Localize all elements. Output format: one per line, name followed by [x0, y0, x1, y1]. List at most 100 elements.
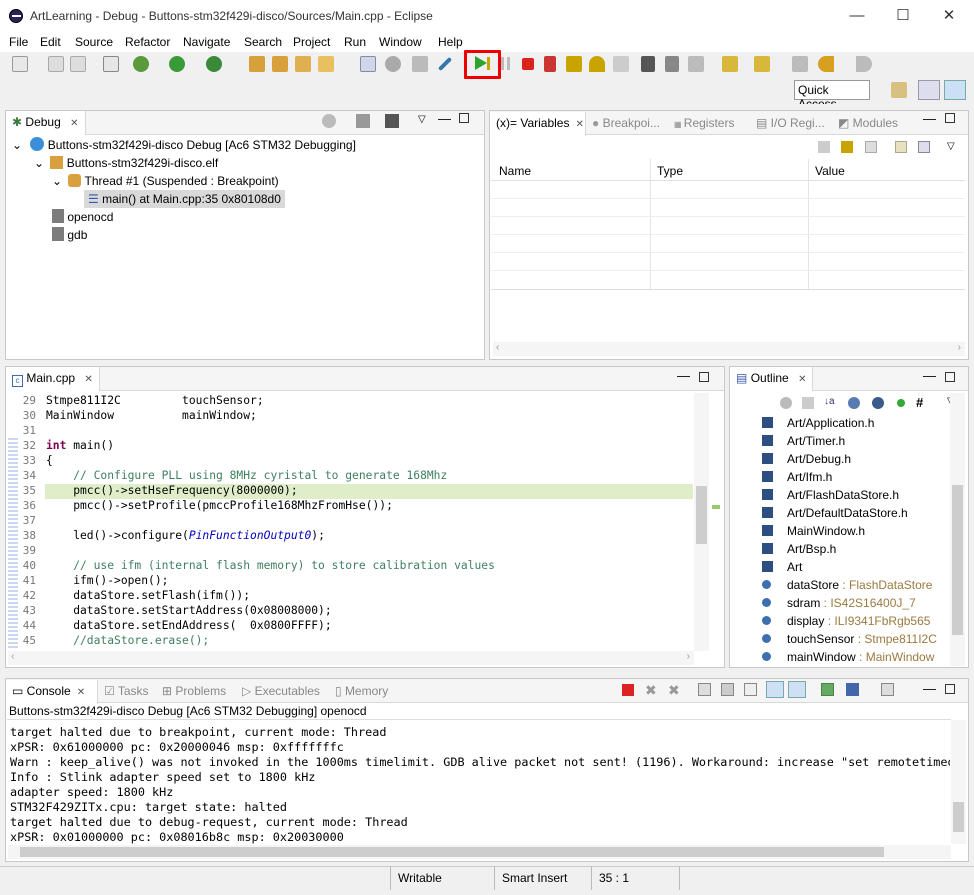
outline-item[interactable]: MainWindow.h	[762, 522, 865, 540]
c-perspective-button[interactable]	[918, 80, 940, 100]
collapse-icon[interactable]: ⌄	[12, 138, 22, 152]
tab-executables[interactable]: ▷ Executables	[236, 679, 329, 703]
terminate-relaunch-icon[interactable]	[544, 56, 556, 72]
scroll-lock-icon[interactable]	[721, 683, 734, 696]
scrollbar-thumb[interactable]	[953, 802, 964, 832]
group-icon[interactable]: #	[916, 395, 923, 410]
collapse-icon[interactable]: ⌄	[52, 174, 62, 188]
code-line[interactable]: 37	[12, 513, 692, 528]
minimize-button[interactable]: —	[834, 2, 880, 30]
outline-item[interactable]: mainWindow : MainWindow	[762, 648, 934, 666]
next-annotation-icon[interactable]	[722, 56, 738, 72]
prev-annotation-icon[interactable]	[754, 56, 770, 72]
vertical-scrollbar[interactable]	[694, 393, 709, 651]
tab-outline[interactable]: ▤ Outline ✕	[730, 367, 814, 391]
view-menu-icon[interactable]: ▽	[418, 114, 426, 125]
code-line[interactable]: 33 {	[12, 453, 692, 468]
tab-registers[interactable]: ▦ Registers	[668, 111, 750, 135]
close-icon[interactable]: ✕	[575, 119, 583, 130]
code-line[interactable]: 44 dataStore.setEndAddress( 0x0800FFFF);	[12, 618, 692, 633]
horizontal-scrollbar[interactable]	[8, 845, 951, 859]
pin-console-icon[interactable]	[821, 683, 834, 696]
copy-icon[interactable]	[918, 141, 930, 153]
tree-row-selected[interactable]: ☰ main() at Main.cpp:35 0x80108d0	[84, 190, 285, 208]
show-source-icon[interactable]	[665, 56, 679, 72]
outline-item[interactable]: display : ILI9341FbRgb565	[762, 612, 930, 630]
menu-navigate[interactable]: Navigate	[183, 35, 230, 49]
word-wrap-icon[interactable]	[744, 683, 757, 696]
add-expression-icon[interactable]	[895, 141, 907, 153]
outline-item[interactable]: Art/Debug.h	[762, 450, 851, 468]
connect-icon[interactable]	[385, 56, 401, 72]
outline-item[interactable]: touchSensor : Stmpe811I2C	[762, 630, 937, 648]
remove-launch-icon[interactable]: ✖	[645, 682, 657, 699]
step-over-icon[interactable]	[589, 56, 605, 72]
close-icon[interactable]: ✕	[798, 374, 806, 385]
menu-run[interactable]: Run	[344, 35, 366, 49]
outline-item[interactable]: dataStore : FlashDataStore	[762, 576, 932, 594]
show-on-error-icon[interactable]	[788, 681, 806, 698]
tab-console[interactable]: ▭ Console ✕	[6, 680, 98, 704]
minimize-view-icon[interactable]: —	[438, 111, 451, 126]
debug-icon[interactable]	[133, 56, 149, 72]
forward-icon[interactable]	[856, 56, 872, 72]
open-perspective-icon[interactable]	[891, 82, 907, 98]
outline-item[interactable]: Art	[762, 558, 802, 576]
tab-breakpoints[interactable]: ● Breakpoi...	[586, 111, 668, 135]
tree-row[interactable]: ⌄ Buttons-stm32f429i-disco Debug [Ac6 ST…	[12, 136, 356, 154]
tree-row[interactable]: openocd	[52, 208, 113, 226]
search-icon[interactable]	[318, 56, 334, 72]
instruction-step-icon[interactable]	[385, 114, 399, 128]
code-line[interactable]: 38 led()->configure(PinFunctionOutput0);	[12, 528, 692, 543]
outline-item[interactable]: Art/FlashDataStore.h	[762, 486, 899, 504]
code-line[interactable]: 35 pmcc()->setHseFrequency(8000000);	[12, 483, 692, 498]
menu-project[interactable]: Project	[293, 35, 330, 49]
outline-item[interactable]: Art/DefaultDataStore.h	[762, 504, 908, 522]
open-console-icon[interactable]	[881, 683, 894, 696]
close-icon[interactable]: ✕	[70, 118, 78, 129]
tab-problems[interactable]: ⊞ Problems	[156, 679, 236, 703]
step-return-icon[interactable]	[613, 56, 629, 72]
menu-refactor[interactable]: Refactor	[125, 35, 170, 49]
restart-icon[interactable]	[412, 56, 428, 72]
menu-search[interactable]: Search	[244, 35, 282, 49]
minimize-view-icon[interactable]: —	[677, 368, 690, 383]
save-icon[interactable]	[48, 56, 64, 72]
outline-item[interactable]: Art/Bsp.h	[762, 540, 836, 558]
tab-tasks[interactable]: ☑ Tasks	[98, 679, 156, 703]
hide-fields-icon[interactable]	[780, 397, 792, 409]
menu-source[interactable]: Source	[75, 35, 113, 49]
scrollbar-thumb[interactable]	[696, 486, 707, 544]
outline-item[interactable]: Art/Application.h	[762, 414, 874, 432]
back-icon[interactable]	[818, 56, 834, 72]
show-on-output-icon[interactable]	[766, 681, 784, 698]
horizontal-scrollbar[interactable]: ‹ ›	[493, 342, 965, 356]
suspend-icon[interactable]	[501, 57, 504, 70]
menu-edit[interactable]: Edit	[40, 35, 61, 49]
hide-macros-icon[interactable]	[897, 399, 905, 407]
quick-access-input[interactable]: Quick Access	[794, 80, 870, 111]
column-value[interactable]: Value	[815, 164, 845, 178]
remove-terminated-icon[interactable]	[356, 114, 370, 128]
code-line[interactable]: 40 // use ifm (internal flash memory) to…	[12, 558, 692, 573]
menu-file[interactable]: File	[9, 35, 28, 49]
maximize-view-icon[interactable]	[945, 684, 955, 694]
tree-row[interactable]: ⌄ Buttons-stm32f429i-disco.elf	[34, 154, 218, 172]
close-icon[interactable]: ✕	[84, 374, 92, 385]
terminate-icon[interactable]	[622, 684, 634, 696]
new-icon[interactable]	[12, 56, 28, 72]
code-line[interactable]: 29 Stmpe811I2C touchSensor;	[12, 393, 692, 408]
build-icon[interactable]	[103, 56, 119, 72]
code-line[interactable]: 31	[12, 423, 692, 438]
clear-console-icon[interactable]	[698, 683, 711, 696]
minimize-view-icon[interactable]: —	[923, 681, 936, 696]
tab-modules[interactable]: ◩ Modules	[832, 111, 914, 135]
maximize-button[interactable]: ☐	[880, 2, 926, 30]
vertical-scrollbar[interactable]	[950, 393, 965, 666]
select-all-icon[interactable]	[865, 141, 877, 153]
skip-breakpoints-icon[interactable]	[360, 56, 376, 72]
column-type[interactable]: Type	[657, 164, 683, 178]
scrollbar-thumb[interactable]	[952, 485, 963, 635]
run-icon[interactable]	[169, 56, 185, 72]
tree-row[interactable]: ⌄ Thread #1 (Suspended : Breakpoint)	[52, 172, 279, 190]
